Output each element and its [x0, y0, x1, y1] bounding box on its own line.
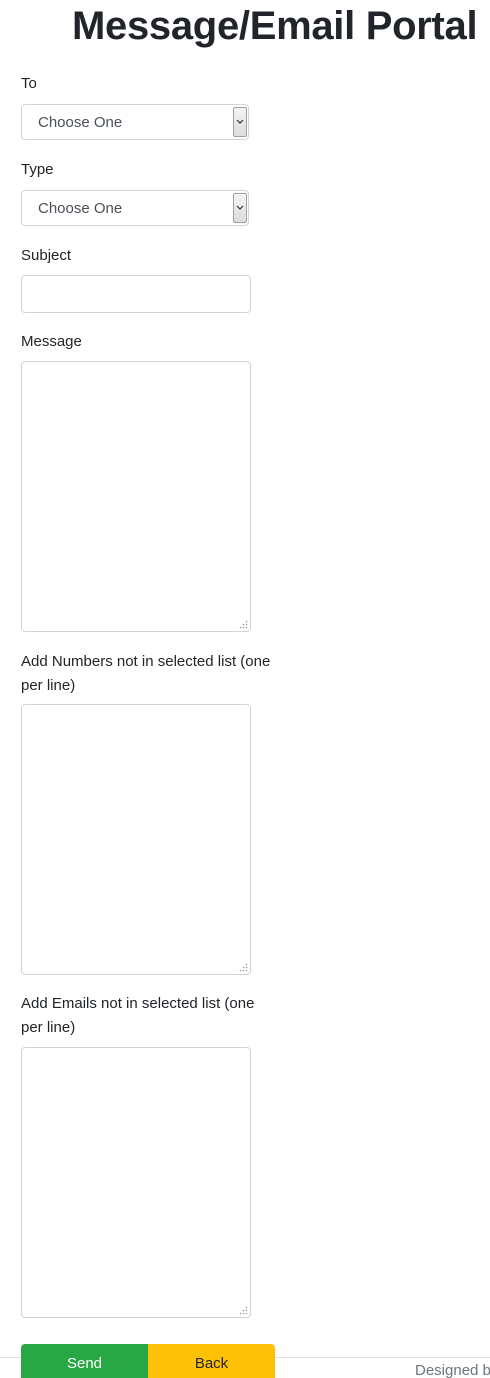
chevron-down-icon[interactable]: [233, 193, 247, 223]
message-textarea[interactable]: [21, 361, 251, 632]
type-label: Type: [21, 161, 54, 178]
message-email-portal-page: Message/Email Portal To Choose One Type …: [0, 0, 490, 1378]
emails-textarea[interactable]: [21, 1047, 251, 1318]
numbers-textarea[interactable]: [21, 704, 251, 975]
page-title: Message/Email Portal: [72, 4, 478, 48]
back-button[interactable]: Back: [148, 1344, 275, 1378]
chevron-down-icon[interactable]: [233, 107, 247, 137]
resize-grip-icon[interactable]: [239, 963, 248, 972]
emails-label: Add Emails not in selected list (one per…: [21, 995, 255, 1036]
type-select[interactable]: Choose One: [21, 190, 249, 226]
to-select-value: Choose One: [38, 114, 123, 131]
message-label: Message: [21, 333, 82, 350]
to-label: To: [21, 75, 37, 92]
resize-grip-icon[interactable]: [239, 620, 248, 629]
to-select[interactable]: Choose One: [21, 104, 249, 140]
subject-input[interactable]: [21, 275, 251, 313]
subject-label: Subject: [21, 247, 72, 264]
footer-credit: Designed b: [415, 1362, 490, 1378]
send-button[interactable]: Send: [21, 1344, 148, 1378]
type-select-value: Choose One: [38, 200, 123, 217]
numbers-label: Add Numbers not in selected list (one pe…: [21, 653, 271, 694]
resize-grip-icon[interactable]: [239, 1306, 248, 1315]
